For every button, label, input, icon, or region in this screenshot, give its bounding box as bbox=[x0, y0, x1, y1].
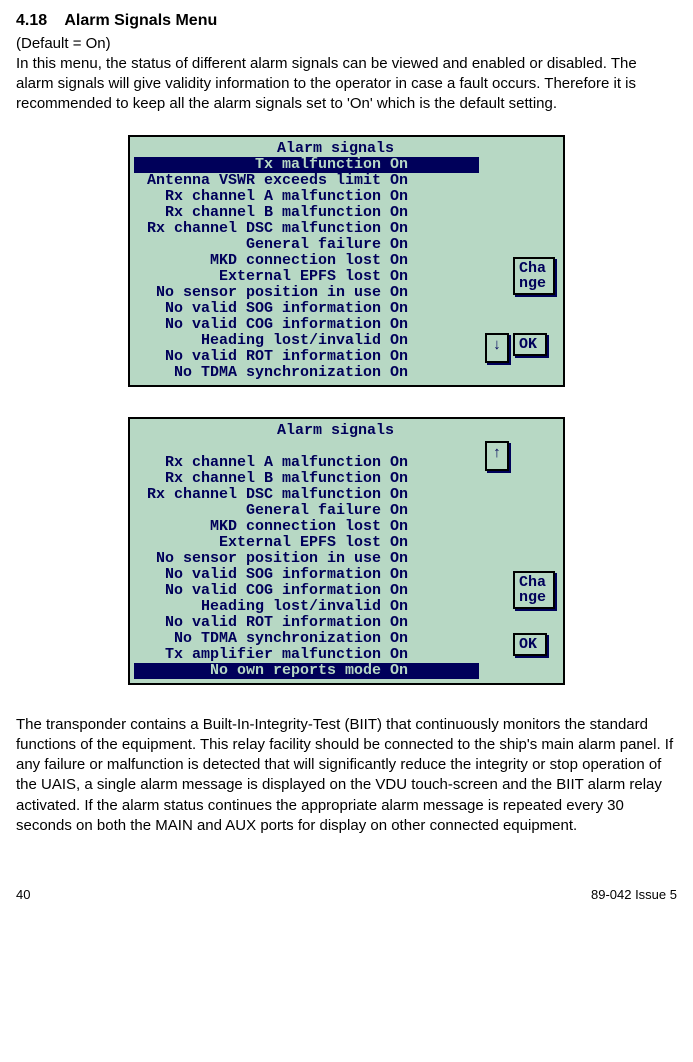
alarm-row[interactable]: No TDMA synchronization On bbox=[134, 631, 479, 647]
alarm-row[interactable]: Tx malfunction On bbox=[134, 157, 479, 173]
up-arrow-icon: ↑ bbox=[492, 445, 501, 462]
page-footer: 40 89-042 Issue 5 bbox=[16, 886, 677, 904]
alarm-row[interactable]: Rx channel DSC malfunction On bbox=[134, 487, 479, 503]
button-column-1: Cha nge ↓ OK bbox=[479, 141, 559, 381]
alarm-row[interactable]: MKD connection lost On bbox=[134, 519, 479, 535]
screen-1-container: Alarm signals Tx malfunction On Antenna … bbox=[16, 135, 677, 387]
alarm-row[interactable]: Rx channel B malfunction On bbox=[134, 205, 479, 221]
alarm-row[interactable]: No valid ROT information On bbox=[134, 349, 479, 365]
change-label: Cha nge bbox=[519, 260, 546, 292]
alarm-row[interactable]: No valid COG information On bbox=[134, 583, 479, 599]
alarm-row[interactable]: No TDMA synchronization On bbox=[134, 365, 479, 381]
lcd-blank bbox=[134, 439, 479, 455]
alarm-row[interactable]: General failure On bbox=[134, 237, 479, 253]
alarm-row[interactable]: No valid COG information On bbox=[134, 317, 479, 333]
alarm-row[interactable]: MKD connection lost On bbox=[134, 253, 479, 269]
change-button[interactable]: Cha nge bbox=[513, 257, 555, 295]
ok-button[interactable]: OK bbox=[513, 333, 547, 356]
section-title: Alarm Signals Menu bbox=[64, 12, 217, 29]
lcd-title: Alarm signals bbox=[134, 423, 479, 439]
section-heading: 4.18 Alarm Signals Menu bbox=[16, 10, 677, 32]
button-column-2: ↑ Cha nge OK bbox=[479, 423, 559, 679]
alarm-row[interactable]: Antenna VSWR exceeds limit On bbox=[134, 173, 479, 189]
alarm-row[interactable]: Rx channel B malfunction On bbox=[134, 471, 479, 487]
alarm-row[interactable]: Rx channel A malfunction On bbox=[134, 455, 479, 471]
alarm-row[interactable]: Heading lost/invalid On bbox=[134, 599, 479, 615]
intro-paragraph: In this menu, the status of different al… bbox=[16, 54, 677, 115]
default-note: (Default = On) bbox=[16, 34, 677, 54]
alarm-row[interactable]: No valid SOG information On bbox=[134, 301, 479, 317]
change-button[interactable]: Cha nge bbox=[513, 571, 555, 609]
screen-2-container: Alarm signals Rx channel A malfunction O… bbox=[16, 417, 677, 685]
alarm-row[interactable]: No sensor position in use On bbox=[134, 285, 479, 301]
ok-label: OK bbox=[519, 336, 537, 353]
change-label: Cha nge bbox=[519, 574, 546, 606]
alarm-row[interactable]: No valid ROT information On bbox=[134, 615, 479, 631]
screen-2: Alarm signals Rx channel A malfunction O… bbox=[128, 417, 565, 685]
alarm-row[interactable]: Heading lost/invalid On bbox=[134, 333, 479, 349]
ok-button[interactable]: OK bbox=[513, 633, 547, 656]
alarm-row[interactable]: No own reports mode On bbox=[134, 663, 479, 679]
alarm-row[interactable]: External EPFS lost On bbox=[134, 535, 479, 551]
down-arrow-button[interactable]: ↓ bbox=[485, 333, 509, 363]
alarm-row[interactable]: No sensor position in use On bbox=[134, 551, 479, 567]
down-arrow-icon: ↓ bbox=[492, 337, 501, 354]
lcd-area-2: Alarm signals Rx channel A malfunction O… bbox=[134, 423, 479, 679]
up-arrow-button[interactable]: ↑ bbox=[485, 441, 509, 471]
lcd-area-1: Alarm signals Tx malfunction On Antenna … bbox=[134, 141, 479, 381]
ok-label: OK bbox=[519, 636, 537, 653]
page-number: 40 bbox=[16, 886, 30, 904]
section-number: 4.18 bbox=[16, 12, 47, 29]
screen-1: Alarm signals Tx malfunction On Antenna … bbox=[128, 135, 565, 387]
alarm-row[interactable]: Rx channel A malfunction On bbox=[134, 189, 479, 205]
alarm-row[interactable]: Tx amplifier malfunction On bbox=[134, 647, 479, 663]
body-paragraph-2: The transponder contains a Built-In-Inte… bbox=[16, 715, 677, 837]
alarm-row[interactable]: External EPFS lost On bbox=[134, 269, 479, 285]
doc-id: 89-042 Issue 5 bbox=[591, 886, 677, 904]
alarm-row[interactable]: General failure On bbox=[134, 503, 479, 519]
alarm-row[interactable]: No valid SOG information On bbox=[134, 567, 479, 583]
lcd-title: Alarm signals bbox=[134, 141, 479, 157]
alarm-row[interactable]: Rx channel DSC malfunction On bbox=[134, 221, 479, 237]
